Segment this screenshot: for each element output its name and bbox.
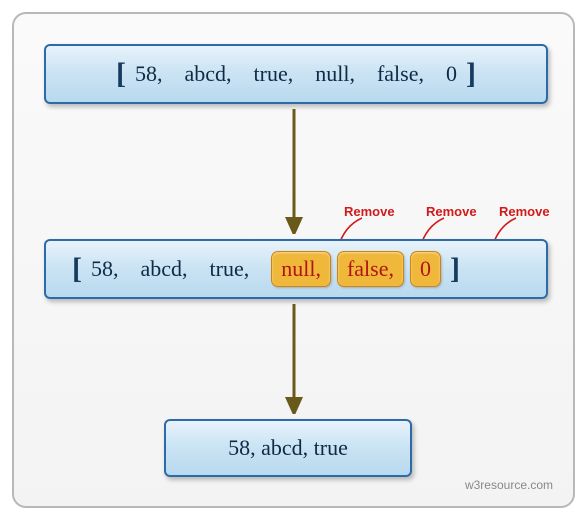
bracket-close: ] xyxy=(444,252,466,286)
array-item: false, xyxy=(374,61,443,87)
highlighted-item: false, xyxy=(337,251,404,287)
array-item: true, xyxy=(207,256,269,282)
highlighted-item: 0 xyxy=(410,251,441,287)
array-item: true, xyxy=(251,61,313,87)
array-item: abcd, xyxy=(138,256,207,282)
remove-label: Remove xyxy=(426,204,477,219)
array-tokens-1: 58, abcd, true, null, false, 0 xyxy=(132,61,460,87)
array-box-original: [ 58, abcd, true, null, false, 0 ] xyxy=(44,44,548,104)
diagram-frame: [ 58, abcd, true, null, false, 0 ] Remov… xyxy=(12,12,575,508)
arrow-down-icon xyxy=(279,304,309,414)
bracket-open: [ xyxy=(110,57,132,91)
array-item: null, xyxy=(312,61,374,87)
watermark-text: w3resource.com xyxy=(465,478,553,492)
bracket-close: ] xyxy=(460,57,482,91)
bracket-open: [ xyxy=(66,252,88,286)
remove-label: Remove xyxy=(344,204,395,219)
diagram-canvas: [ 58, abcd, true, null, false, 0 ] Remov… xyxy=(0,0,587,520)
array-tokens-2: 58, abcd, true, null, false, 0 xyxy=(88,251,444,287)
remove-label: Remove xyxy=(499,204,550,219)
array-box-result: 58, abcd, true xyxy=(164,419,412,477)
array-item: 58, xyxy=(132,61,182,87)
result-text: 58, abcd, true xyxy=(228,435,348,461)
array-item: 0 xyxy=(443,61,460,87)
arrow-down-icon xyxy=(279,109,309,234)
array-item: 58, xyxy=(88,256,138,282)
highlighted-item: null, xyxy=(271,251,331,287)
array-item: abcd, xyxy=(182,61,251,87)
array-box-highlighted: [ 58, abcd, true, null, false, 0 ] xyxy=(44,239,548,299)
